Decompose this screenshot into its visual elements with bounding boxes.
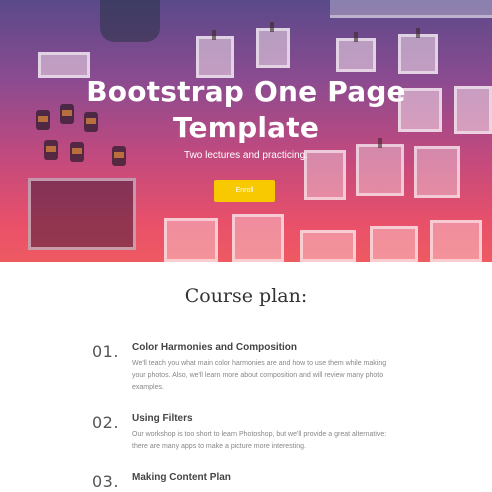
course-plan-item-number: 02.: [92, 413, 119, 432]
course-plan-item-text: We'll teach you what main color harmonie…: [132, 360, 387, 391]
hero-background-photo: [256, 28, 290, 68]
hero-background-clip: [354, 32, 358, 42]
hero-background-photo: [398, 34, 438, 74]
hero-title-line-2: Template: [172, 111, 320, 144]
hero-background-jar: [100, 0, 160, 42]
hero-background-photo: [300, 230, 356, 262]
course-plan-item: 02. Using Filters Our workshop is too sh…: [92, 413, 412, 463]
hero-background-window: [330, 0, 492, 18]
hero-background-photo: [430, 220, 482, 262]
hero-background-photo: [196, 36, 234, 78]
hero-background-clip: [416, 28, 420, 38]
hero-background-clip: [270, 22, 274, 32]
course-plan-item-heading: Making Content Plan: [132, 472, 231, 483]
hero-section: Bootstrap One Page Template Two lectures…: [0, 0, 492, 262]
hero-title: Bootstrap One Page Template: [0, 74, 492, 146]
enroll-button[interactable]: Enroll: [214, 180, 275, 202]
course-plan-title: Course plan:: [184, 285, 308, 307]
course-plan-item-text: Our workshop is too short to learn Photo…: [132, 431, 387, 450]
course-plan-item-number: 03.: [92, 472, 119, 491]
hero-background-photo: [336, 38, 376, 72]
course-plan-item-heading: Color Harmonies and Composition: [132, 342, 298, 353]
course-plan-item-number: 01.: [92, 342, 119, 361]
hero-background-photo: [232, 214, 284, 262]
hero-title-line-1: Bootstrap One Page: [86, 75, 406, 108]
hero-subtitle: Two lectures and practicing.: [184, 150, 308, 161]
hero-background-photo: [28, 178, 136, 250]
course-plan-item: 03. Making Content Plan: [92, 472, 412, 492]
hero-background-photo: [164, 218, 218, 262]
hero-background-clip: [212, 30, 216, 40]
course-plan-item-heading: Using Filters: [132, 413, 193, 424]
hero-background-photo: [370, 226, 418, 262]
course-plan-item: 01. Color Harmonies and Composition We'l…: [92, 342, 412, 402]
